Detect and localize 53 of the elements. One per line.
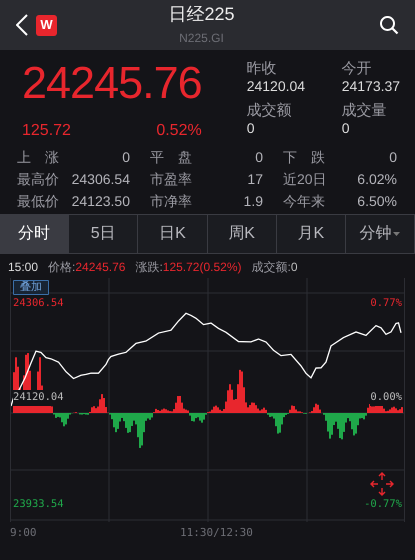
stat-label: 近20日 xyxy=(283,170,327,189)
stat-label: 市盈率 xyxy=(150,170,192,189)
stat-value: 0 xyxy=(389,148,397,167)
field-value: 24120.04 xyxy=(246,78,306,95)
time-axis-label: 9:00 xyxy=(10,525,38,541)
chart-tab[interactable]: 周K xyxy=(208,215,277,253)
chart-tab[interactable]: 分钟 xyxy=(346,215,415,253)
back-icon[interactable] xyxy=(16,14,28,36)
info-value: 0 xyxy=(290,259,298,276)
time-axis-label: 11:30/12:30 xyxy=(180,525,253,541)
chart-tab[interactable]: 分时 xyxy=(0,215,70,253)
expand-icon[interactable] xyxy=(370,472,394,496)
axis-label: 0.00% xyxy=(370,390,402,406)
last-price: 24245.76 xyxy=(22,60,202,105)
page-title: 日经225 xyxy=(167,3,236,25)
stat-label: 下 跌 xyxy=(283,148,325,167)
stat-label: 最低价 xyxy=(17,192,59,211)
chart-tab[interactable]: 月K xyxy=(276,215,346,253)
chart-tab[interactable]: 日K xyxy=(138,215,208,253)
stat-label: 最高价 xyxy=(17,170,59,189)
stat-label: 今年来 xyxy=(283,192,325,211)
stat-value: 6.02% xyxy=(357,170,397,189)
index-code: N225.GI xyxy=(178,30,225,47)
axis-label: 24120.04 xyxy=(13,390,64,406)
field-label: 成交额 xyxy=(246,102,293,120)
info-label: 涨跌: xyxy=(135,259,163,276)
stat-value: 17 xyxy=(247,170,263,189)
stat-value: 6.50% xyxy=(357,192,397,211)
info-value: 24245.76 xyxy=(75,259,126,276)
field-value: 0 xyxy=(342,120,350,137)
field-label: 昨收 xyxy=(246,60,278,78)
stat-label: 市净率 xyxy=(150,192,192,211)
overlay-button[interactable]: 叠加 xyxy=(13,280,49,295)
stat-value: 24306.54 xyxy=(72,170,130,189)
info-value: 125.72(0.52%) xyxy=(162,259,242,276)
field-value: 0 xyxy=(246,120,256,137)
app-logo: W xyxy=(36,14,57,36)
stat-value: 0 xyxy=(122,148,130,167)
field-value: 24173.37 xyxy=(342,78,402,95)
info-label: 成交额: xyxy=(252,259,291,276)
stat-value: 1.9 xyxy=(244,192,263,211)
field-label: 成交量 xyxy=(342,102,388,120)
time-label: 15:00 xyxy=(8,259,38,276)
stat-label: 上 涨 xyxy=(17,148,59,167)
stat-value: 0 xyxy=(255,148,263,167)
stat-label: 平 盘 xyxy=(150,148,192,167)
info-label: 价格: xyxy=(48,259,76,276)
search-icon[interactable] xyxy=(379,15,399,35)
price-change: 125.72 xyxy=(22,121,71,141)
stat-value: 24123.50 xyxy=(72,192,130,211)
change-percent: 0.52% xyxy=(156,121,202,141)
field-label: 今开 xyxy=(342,60,373,78)
chart-tab[interactable]: 5日 xyxy=(69,215,138,253)
